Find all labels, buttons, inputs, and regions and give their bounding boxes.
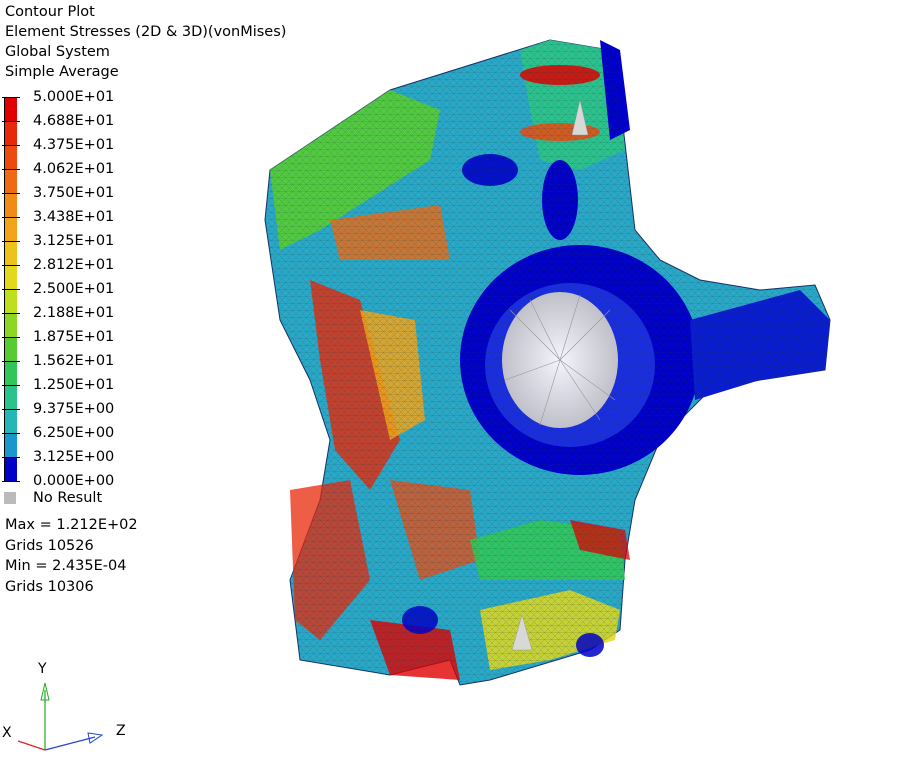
- legend-value-label: 6.250E+00: [33, 425, 115, 441]
- coordinate-triad[interactable]: Y Z X: [0, 655, 140, 760]
- legend-swatch: [5, 289, 17, 313]
- legend-tick: [2, 361, 20, 362]
- legend-tick: [2, 97, 20, 98]
- x-axis-label: X: [2, 725, 12, 741]
- legend-tick: [2, 289, 20, 290]
- legend-swatch: [5, 385, 17, 409]
- z-axis: [44, 736, 96, 751]
- legend-value-label: 0.000E+00: [33, 473, 115, 489]
- legend-swatch: [5, 145, 17, 169]
- legend-swatch: [5, 193, 17, 217]
- legend-value-label: 4.375E+01: [33, 137, 115, 153]
- rigid-spider-hub: [502, 292, 618, 428]
- legend-value-label: 2.500E+01: [33, 281, 115, 297]
- legend-swatch: [5, 265, 17, 289]
- legend-value-label: 1.875E+01: [33, 329, 115, 345]
- legend-tick: [2, 409, 20, 410]
- legend-tick: [2, 145, 20, 146]
- legend-tick: [2, 241, 20, 242]
- legend-value-label: 4.688E+01: [33, 113, 115, 129]
- legend-tick: [2, 337, 20, 338]
- legend-value-label: 3.125E+01: [33, 233, 115, 249]
- legend-value-label: 2.812E+01: [33, 257, 115, 273]
- legend-swatch: [5, 169, 17, 193]
- legend-value-label: 3.125E+00: [33, 449, 115, 465]
- legend-tick: [2, 217, 20, 218]
- legend-value-label: 1.562E+01: [33, 353, 115, 369]
- no-result-swatch: [4, 492, 16, 504]
- legend-swatch: [5, 433, 17, 457]
- legend-value-label: 9.375E+00: [33, 401, 115, 417]
- legend-tick: [2, 385, 20, 386]
- legend-tick: [2, 481, 20, 482]
- legend-tick: [2, 265, 20, 266]
- legend-swatch: [5, 409, 17, 433]
- legend-swatch: [5, 241, 17, 265]
- legend-tick: [2, 169, 20, 170]
- legend-swatch: [5, 121, 17, 145]
- legend-swatch: [5, 457, 17, 481]
- legend-swatch: [5, 361, 17, 385]
- legend-swatch: [5, 217, 17, 241]
- result-stats: Max = 1.212E+02 Grids 10526 Min = 2.435E…: [5, 515, 138, 597]
- plot-title: Contour Plot: [5, 4, 95, 20]
- legend-value-label: 3.438E+01: [33, 209, 115, 225]
- legend-value-label: 2.188E+01: [33, 305, 115, 321]
- y-axis-label: Y: [37, 661, 47, 677]
- legend-value-label: 3.750E+01: [33, 185, 115, 201]
- model-viewport[interactable]: [240, 20, 860, 700]
- x-axis: [17, 740, 46, 751]
- legend-tick: [2, 193, 20, 194]
- min-grid: Grids 10306: [5, 578, 94, 595]
- legend-value-label: 4.062E+01: [33, 161, 115, 177]
- legend-tick: [2, 313, 20, 314]
- legend-value-label: 1.250E+01: [33, 377, 115, 393]
- legend-swatch: [5, 337, 17, 361]
- no-result-label: No Result: [33, 490, 103, 506]
- legend-tick: [2, 433, 20, 434]
- legend-tick: [2, 457, 20, 458]
- min-value: Min = 2.435E-04: [5, 558, 127, 574]
- max-value: Max = 1.212E+02: [5, 517, 138, 533]
- max-grid: Grids 10526: [5, 537, 94, 554]
- legend-swatch: [5, 313, 17, 337]
- legend-value-label: 5.000E+01: [33, 89, 115, 105]
- contour-legend[interactable]: 5.000E+01 4.688E+01 4.375E+01 4.062E+01 3.75…: [0, 87, 170, 497]
- z-axis-label: Z: [116, 723, 126, 739]
- legend-tick: [2, 121, 20, 122]
- legend-swatch: [5, 97, 17, 121]
